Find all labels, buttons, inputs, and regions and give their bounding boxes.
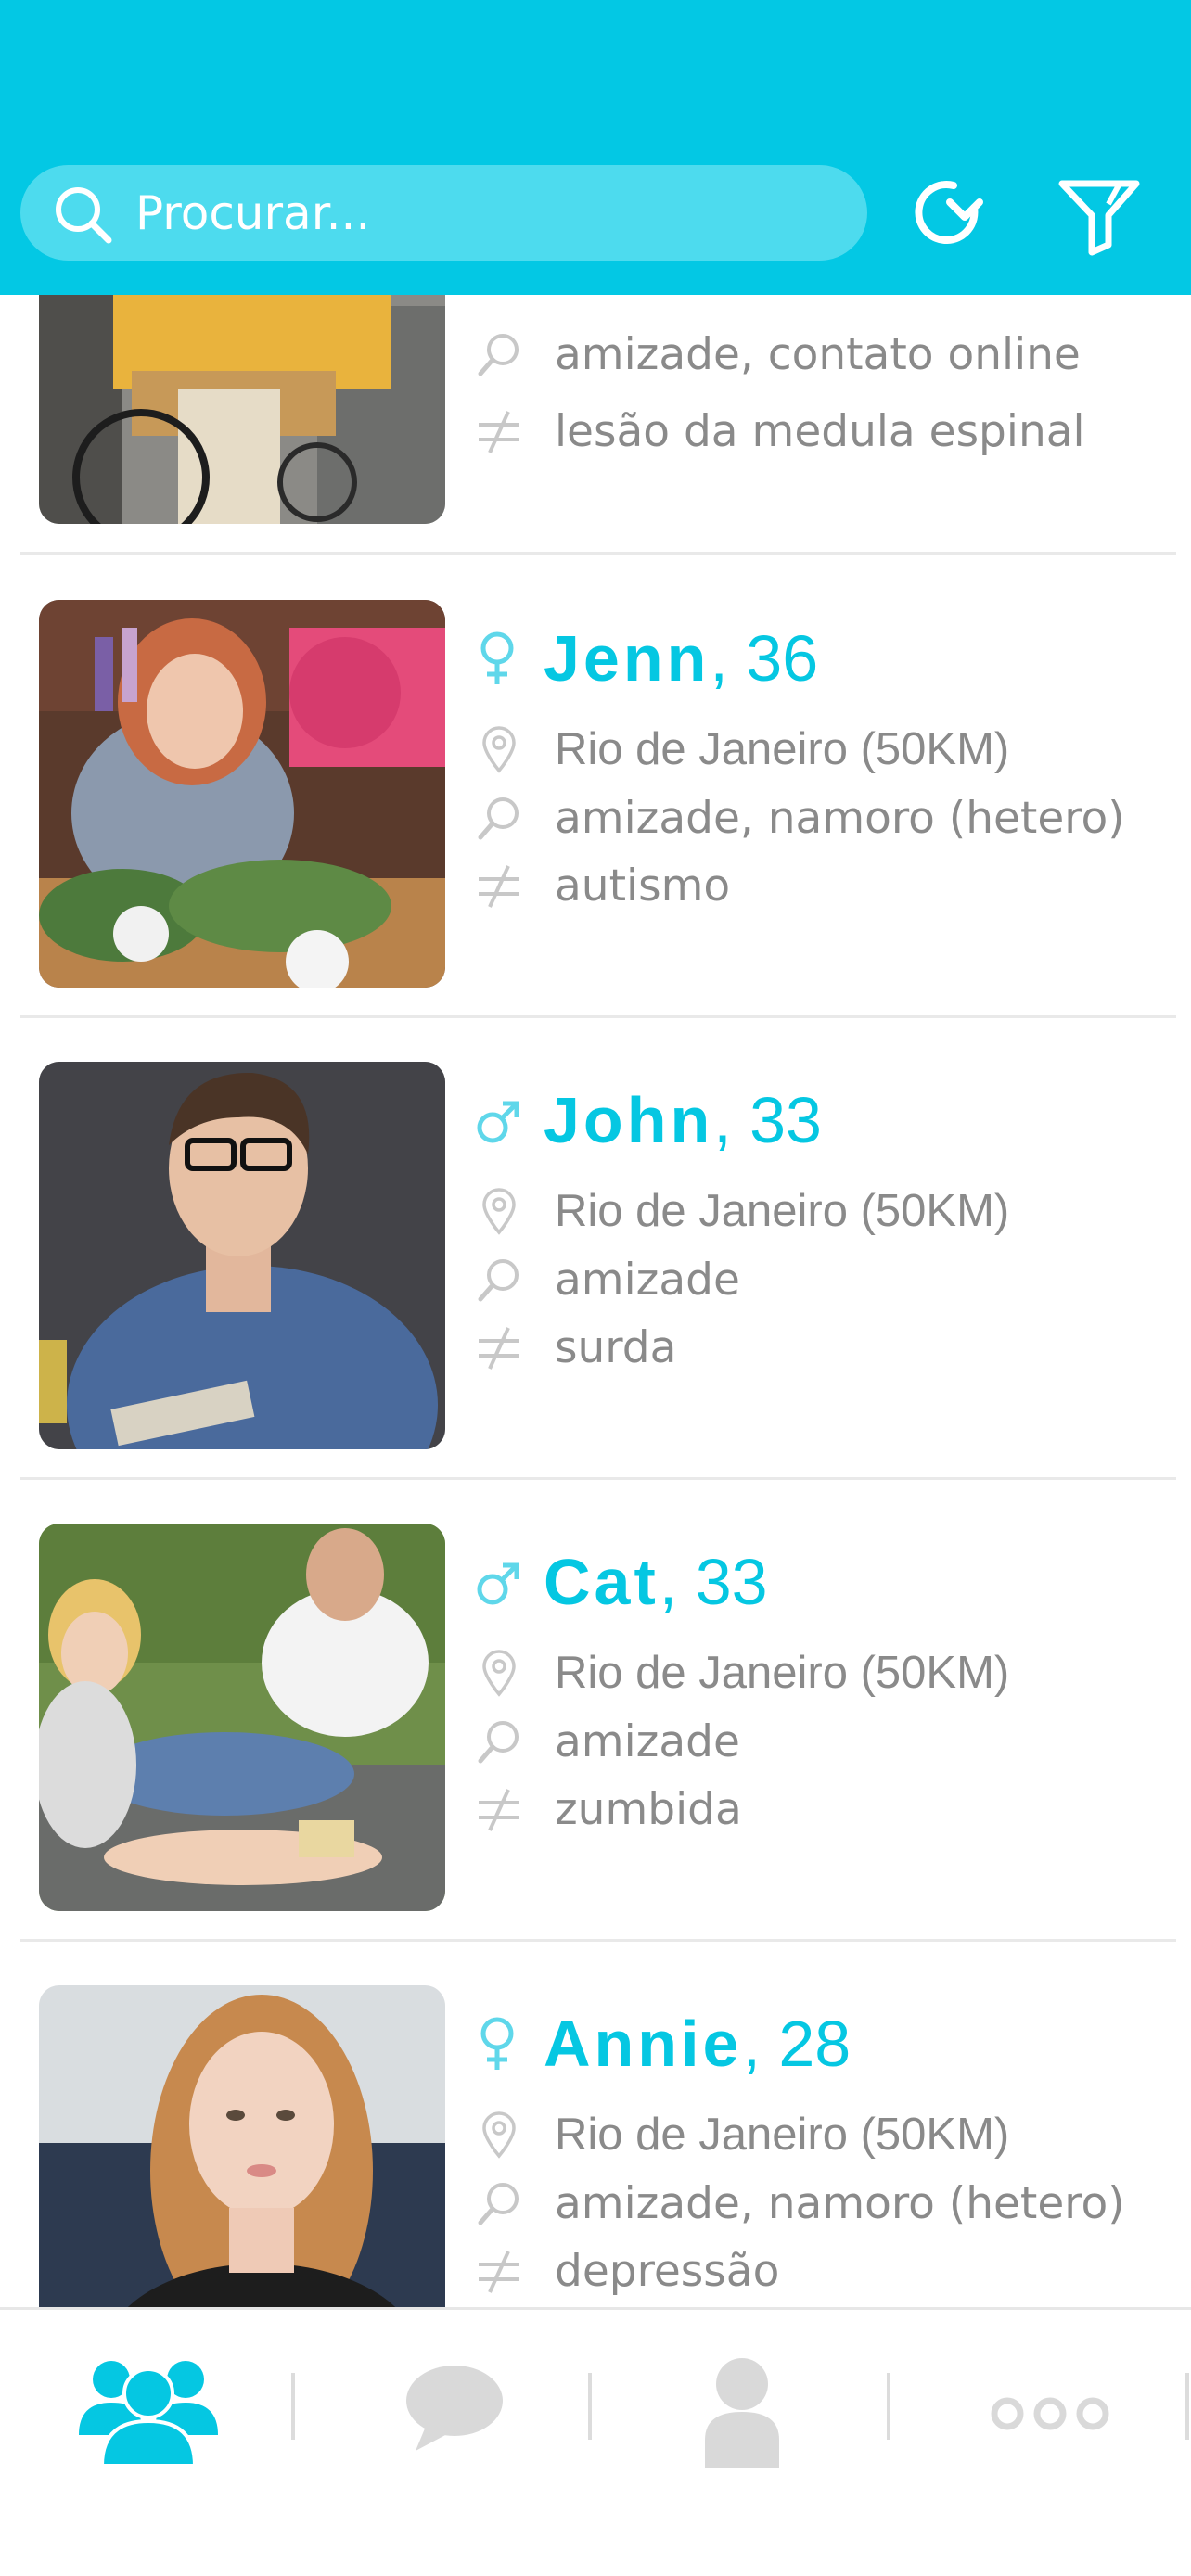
male-icon (477, 1562, 519, 1605)
condition-text: autismo (555, 861, 731, 912)
divider (20, 552, 1176, 555)
not-equal-icon (479, 2250, 519, 2293)
interest-text: amizade (555, 1716, 740, 1767)
location-row: Rio de Janeiro (50KM) (475, 2109, 1009, 2161)
condition-row: zumbida (475, 1784, 742, 1835)
profile-name: Jenn (544, 622, 711, 695)
not-equal-icon (479, 410, 519, 453)
nav-separator (1185, 2373, 1189, 2440)
profile-card[interactable]: Annie , 28 Rio de Janeiro (50KM) amizade… (20, 1942, 1176, 2307)
interest-text: amizade, contato online (555, 329, 1081, 380)
interest-text: amizade (555, 1255, 740, 1306)
profile-photo[interactable] (39, 1985, 445, 2307)
profile-age: , 28 (742, 2008, 852, 2080)
profile-icon (705, 2358, 779, 2468)
interest-icon (478, 1258, 519, 1301)
condition-row: lesão da medula espinal (475, 406, 1085, 457)
interest-row: amizade (475, 1255, 740, 1306)
filter-button[interactable] (1053, 167, 1146, 260)
search-bar[interactable]: Procurar... (20, 165, 867, 261)
refresh-icon (915, 181, 983, 244)
condition-text: zumbida (555, 1784, 742, 1835)
people-icon (79, 2361, 218, 2468)
more-icon (991, 2397, 1109, 2430)
chat-icon (406, 2366, 503, 2451)
interest-row: amizade (475, 1716, 740, 1767)
name-row: Jenn , 36 (475, 621, 818, 695)
condition-text: lesão da medula espinal (555, 406, 1085, 457)
not-equal-icon (479, 1788, 519, 1831)
name-row: Cat , 33 (475, 1545, 768, 1619)
location-row: Rio de Janeiro (50KM) (475, 723, 1009, 775)
location-row: Rio de Janeiro (50KM) (475, 1185, 1009, 1237)
profile-photo[interactable] (39, 600, 445, 988)
filter-icon (1058, 180, 1140, 256)
location-row: Rio de Janeiro (50KM) (475, 1647, 1009, 1699)
nav-chat[interactable] (380, 2347, 529, 2468)
condition-row: depressão (475, 2246, 779, 2297)
condition-text: surda (555, 1322, 677, 1373)
search-input[interactable]: Procurar... (135, 189, 370, 237)
bottom-nav (0, 2307, 1191, 2576)
interest-icon (478, 797, 519, 839)
profile-card[interactable]: Jenn , 36 Rio de Janeiro (50KM) amizade,… (20, 556, 1176, 1018)
location-pin-icon (482, 1188, 516, 1235)
interest-text: amizade, namoro (hetero) (555, 2178, 1125, 2229)
profile-photo[interactable] (39, 1524, 445, 1911)
condition-row: surda (475, 1322, 676, 1373)
female-icon (480, 2017, 514, 2070)
interest-row: amizade, namoro (hetero) (475, 2178, 1125, 2229)
profile-photo[interactable] (39, 1062, 445, 1449)
nav-separator (887, 2373, 890, 2440)
condition-text: depressão (555, 2246, 780, 2297)
nav-separator (291, 2373, 295, 2440)
profile-age: , 36 (710, 622, 819, 695)
location-pin-icon (482, 2111, 516, 2159)
interest-icon (478, 1720, 519, 1763)
location-text: Rio de Janeiro (50KM) (555, 2110, 1010, 2160)
nav-more[interactable] (976, 2347, 1124, 2468)
profile-card[interactable]: Cat , 33 Rio de Janeiro (50KM) amizade z… (20, 1480, 1176, 1942)
refresh-button[interactable] (902, 167, 994, 260)
name-row: Annie , 28 (475, 2007, 851, 2081)
profile-age: , 33 (713, 1084, 822, 1156)
nav-profile[interactable] (668, 2347, 816, 2468)
condition-row: autismo (475, 861, 730, 912)
location-text: Rio de Janeiro (50KM) (555, 724, 1010, 774)
profile-name: Annie (544, 2008, 743, 2080)
interest-icon (478, 333, 519, 376)
interest-row: amizade, namoro (hetero) (475, 793, 1125, 844)
interest-icon (478, 2182, 519, 2225)
profile-card[interactable]: John , 33 Rio de Janeiro (50KM) amizade (20, 1018, 1176, 1480)
nav-people[interactable] (74, 2347, 223, 2468)
location-pin-icon (482, 1650, 516, 1697)
interest-text: amizade, namoro (hetero) (555, 793, 1125, 844)
profile-list[interactable]: amizade, contato online lesão da medula … (0, 0, 1191, 2307)
location-pin-icon (482, 726, 516, 773)
profile-name: Cat (544, 1546, 660, 1618)
not-equal-icon (479, 1326, 519, 1370)
location-text: Rio de Janeiro (50KM) (555, 1186, 1010, 1236)
name-row: John , 33 (475, 1083, 822, 1157)
not-equal-icon (479, 864, 519, 908)
location-text: Rio de Janeiro (50KM) (555, 1648, 1010, 1698)
female-icon (480, 631, 514, 684)
profile-name: John (544, 1084, 714, 1156)
profile-age: , 33 (659, 1546, 768, 1618)
app-header: Procurar... (0, 0, 1191, 295)
interest-row: amizade, contato online (475, 329, 1081, 380)
nav-separator (588, 2373, 592, 2440)
search-icon (56, 187, 112, 244)
male-icon (477, 1101, 519, 1143)
